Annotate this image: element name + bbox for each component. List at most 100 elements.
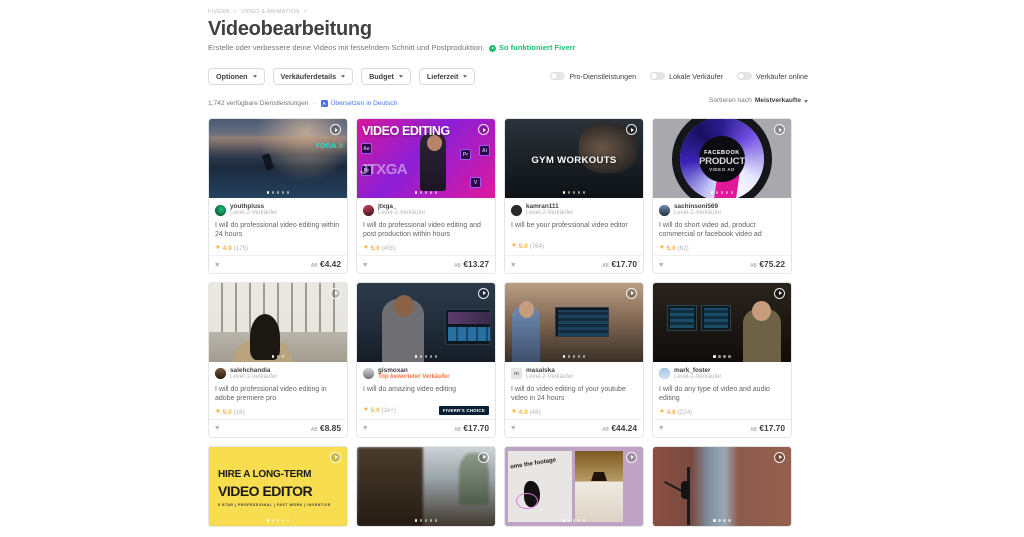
heart-icon[interactable]: ♥	[215, 424, 219, 432]
gig-title[interactable]: I will be your professional video editor	[511, 221, 637, 240]
toggle-local-sellers[interactable]: Lokale Verkäufer	[650, 72, 723, 81]
carousel-dots[interactable]	[505, 355, 643, 358]
play-icon[interactable]	[330, 124, 341, 135]
gig-card[interactable]: GYM WORKOUTS kamran111 Level-2-Verkäufer…	[504, 118, 644, 274]
carousel-dots[interactable]	[505, 191, 643, 194]
seller-info[interactable]: jtxga_ Level-1-Verkäufer	[363, 203, 489, 217]
gig-card[interactable]: HIRE A LONG-TERM VIDEO EDITOR 5 STAR | P…	[208, 445, 348, 527]
play-icon[interactable]	[478, 287, 489, 299]
gig-card-body: gismoxan Top bewerteter Verkäufer I will…	[357, 362, 495, 417]
carousel-dots[interactable]	[653, 355, 791, 358]
carousel-dots[interactable]	[653, 519, 791, 522]
gig-title[interactable]: I will do video editing of your youtube …	[511, 385, 637, 406]
heart-icon[interactable]: ♥	[511, 424, 515, 432]
play-icon[interactable]	[330, 451, 341, 463]
gig-thumbnail[interactable]	[209, 282, 347, 362]
toggle-switch-local-sellers[interactable]	[650, 72, 666, 80]
toggle-sellers-online-label: Verkäufer online	[756, 71, 808, 81]
how-it-works-link[interactable]: So funktioniert Fiverr	[489, 43, 576, 53]
gig-thumbnail[interactable]	[209, 119, 347, 198]
filter-budget[interactable]: Budget	[361, 67, 411, 85]
heart-icon[interactable]: ♥	[659, 261, 663, 269]
seller-info[interactable]: youthpluss Level-2-Verkäufer	[215, 203, 341, 217]
play-icon[interactable]	[330, 287, 341, 299]
carousel-dots[interactable]	[357, 519, 495, 522]
filter-lieferzeit[interactable]: Lieferzeit	[418, 67, 476, 85]
gig-card[interactable]: m masalska Level-2-Verkäufer I will do v…	[504, 281, 644, 438]
seller-info[interactable]: salehchandia Level-1-Verkäufer	[215, 367, 341, 381]
play-icon[interactable]	[626, 124, 637, 135]
gig-card[interactable]: FACEBOOK PRODUCT VIDEO AD sachinsoni569 …	[652, 118, 792, 274]
gig-card[interactable]	[356, 445, 496, 527]
filter-optionen[interactable]: Optionen	[208, 67, 265, 85]
toggle-switch-sellers-online[interactable]	[737, 72, 753, 80]
gig-title[interactable]: I will do amazing video editing	[363, 385, 489, 404]
play-icon[interactable]	[478, 451, 489, 463]
gig-title[interactable]: I will do professional video editing wit…	[215, 221, 341, 242]
filter-verkaeuferdetails[interactable]: Verkäuferdetails	[272, 67, 354, 85]
seller-info[interactable]: m masalska Level-2-Verkäufer	[511, 367, 637, 381]
gig-thumbnail[interactable]: ome the footage	[505, 446, 643, 526]
carousel-dots[interactable]	[209, 519, 347, 522]
carousel-dots[interactable]	[357, 355, 495, 358]
gig-card[interactable]: mark_foster Level-2-Verkäufer I will do …	[652, 281, 792, 438]
play-icon[interactable]	[626, 287, 637, 299]
price: AB €4.42	[311, 259, 341, 269]
gig-card[interactable]: Ae Pr Pr Ai V VIDEO EDITING JTXGA jtxga_…	[356, 118, 496, 274]
gig-thumbnail[interactable]	[653, 282, 791, 362]
breadcrumb-item-video-animation[interactable]: VIDEO & ANIMATION	[241, 9, 299, 15]
carousel-dots[interactable]	[505, 519, 643, 522]
toggle-switch-pro-services[interactable]	[550, 72, 566, 80]
gig-title[interactable]: I will do short video ad, product commer…	[659, 221, 785, 242]
heart-icon[interactable]: ♥	[363, 261, 367, 269]
play-icon[interactable]	[478, 124, 489, 135]
gig-card[interactable]	[652, 445, 792, 527]
heart-icon[interactable]: ♥	[511, 261, 515, 269]
play-icon	[489, 44, 497, 52]
carousel-dots[interactable]	[209, 355, 347, 358]
gig-thumbnail[interactable]	[357, 446, 495, 526]
heart-icon[interactable]: ♥	[363, 424, 367, 432]
translate-link[interactable]: A Übersetzen in Deutsch	[320, 99, 397, 107]
heart-icon[interactable]: ♥	[215, 261, 219, 269]
gig-thumbnail[interactable]: HIRE A LONG-TERM VIDEO EDITOR 5 STAR | P…	[209, 446, 347, 526]
gig-thumbnail[interactable]	[653, 446, 791, 526]
toggle-sellers-online[interactable]: Verkäufer online	[737, 72, 808, 81]
price-amount: €4.42	[320, 259, 341, 270]
thumbnail-text-2: JTXGA	[360, 161, 408, 178]
gig-thumbnail[interactable]	[505, 282, 643, 362]
seller-info[interactable]: kamran111 Level-2-Verkäufer	[511, 203, 637, 217]
gig-card[interactable]: salehchandia Level-1-Verkäufer I will do…	[208, 281, 348, 438]
gig-title[interactable]: I will do professional video editing and…	[363, 221, 489, 242]
page-container: FIVERR > VIDEO & ANIMATION > Videobearbe…	[208, 0, 808, 527]
play-icon[interactable]	[626, 451, 637, 463]
seller-info[interactable]: sachinsoni569 Level-2-Verkäufer	[659, 203, 785, 217]
rating-value: 4.9	[518, 408, 528, 416]
toggle-pro-services[interactable]: Pro-Dienstleistungen	[550, 72, 636, 81]
seller-name: sachinsoni569	[674, 203, 719, 210]
breadcrumb-item-fiverr[interactable]: FIVERR	[208, 9, 230, 15]
gig-thumbnail[interactable]	[357, 282, 495, 362]
gig-thumbnail[interactable]: FACEBOOK PRODUCT VIDEO AD	[653, 119, 791, 198]
seller-info[interactable]: gismoxan Top bewerteter Verkäufer	[363, 367, 489, 381]
gig-card[interactable]: gismoxan Top bewerteter Verkäufer I will…	[356, 281, 496, 438]
gig-thumbnail[interactable]: GYM WORKOUTS	[505, 119, 643, 198]
gig-thumbnail[interactable]: Ae Pr Pr Ai V VIDEO EDITING JTXGA	[357, 119, 495, 198]
play-icon[interactable]	[774, 287, 785, 299]
star-icon: ★	[659, 244, 665, 252]
play-icon[interactable]	[774, 451, 785, 463]
gig-card[interactable]: youthpluss Level-2-Verkäufer I will do p…	[208, 118, 348, 274]
gig-title[interactable]: I will do any type of video and audio ed…	[659, 385, 785, 406]
sort-dropdown[interactable]: Sortieren nach Meistverkaufte	[709, 97, 808, 104]
carousel-dots[interactable]	[209, 191, 347, 194]
carousel-dots[interactable]	[357, 191, 495, 194]
gig-title[interactable]: I will do professional video editing in …	[215, 385, 341, 406]
thumbnail-text: HIRE A LONG-TERM	[218, 468, 312, 480]
play-icon[interactable]	[774, 124, 785, 135]
seller-info[interactable]: mark_foster Level-2-Verkäufer	[659, 367, 785, 381]
heart-icon[interactable]: ♥	[659, 424, 663, 432]
price-amount: €8.85	[320, 423, 341, 434]
gig-card[interactable]: ome the footage	[504, 445, 644, 527]
carousel-dots[interactable]	[653, 191, 791, 194]
rating-count: (48)	[529, 408, 541, 416]
